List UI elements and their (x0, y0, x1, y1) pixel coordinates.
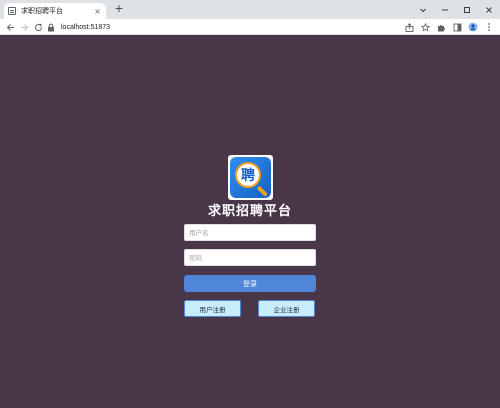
share-icon[interactable] (404, 22, 414, 32)
logo-character: 聘 (241, 168, 255, 184)
minimize-icon[interactable] (434, 0, 456, 19)
browser-toolbar: localhost:51873 (0, 19, 500, 35)
browser-tab[interactable]: 求职招聘平台 × (4, 3, 106, 19)
company-register-button[interactable]: 企业注册 (258, 300, 315, 317)
user-register-button[interactable]: 用户注册 (184, 300, 241, 317)
new-tab-button[interactable]: + (113, 3, 125, 15)
star-icon[interactable] (420, 22, 430, 32)
sidebar-icon[interactable] (452, 22, 462, 32)
chevron-down-icon[interactable] (412, 0, 434, 19)
maximize-icon[interactable] (456, 0, 478, 19)
browser-tab-bar: 求职招聘平台 × + (0, 0, 500, 19)
magnifier-handle (256, 185, 268, 197)
password-input[interactable] (184, 249, 316, 266)
app-logo: 聘 (228, 155, 273, 200)
page-title: 求职招聘平台 (207, 204, 292, 219)
profile-icon[interactable] (468, 22, 478, 32)
tab-close-icon[interactable]: × (93, 7, 102, 16)
toolbar-icons (404, 21, 494, 33)
reload-icon[interactable] (32, 21, 44, 33)
close-icon[interactable] (478, 0, 500, 19)
forward-icon[interactable] (18, 21, 30, 33)
menu-icon[interactable] (484, 22, 494, 32)
window-controls (412, 0, 500, 19)
logo-badge: 聘 (230, 157, 271, 198)
username-input[interactable] (184, 224, 316, 241)
magnifier-icon: 聘 (235, 162, 261, 188)
extensions-icon[interactable] (436, 22, 446, 32)
info-icon[interactable] (46, 22, 55, 32)
login-button[interactable]: 登录 (184, 275, 316, 292)
page-favicon-icon (8, 7, 16, 15)
tab-title: 求职招聘平台 (21, 7, 63, 15)
url-text: localhost:51873 (61, 23, 111, 31)
back-icon[interactable] (4, 21, 16, 33)
